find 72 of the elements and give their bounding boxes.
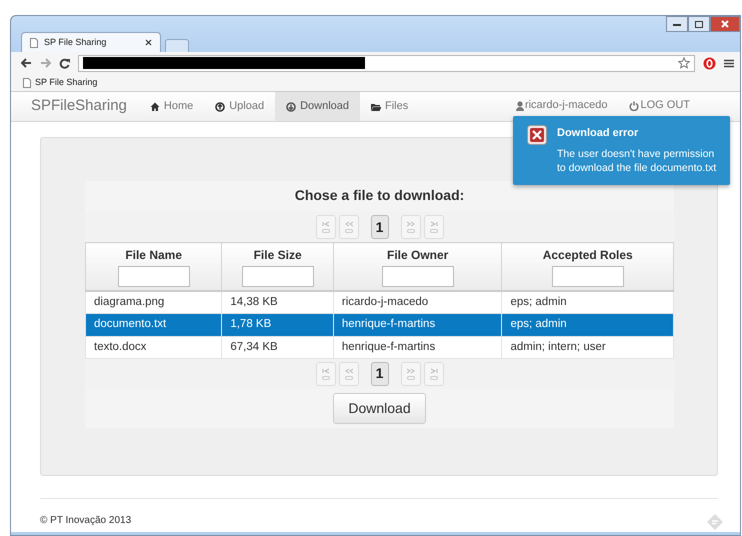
toast-message: The user doesn't have permission to download the file documento.txt: [557, 146, 718, 175]
home-icon: [150, 102, 160, 112]
power-icon: [629, 100, 640, 110]
page-icon: [30, 38, 38, 48]
next-page-icon: [406, 220, 416, 234]
user-icon: [516, 100, 524, 110]
previous-page-icon: [344, 366, 354, 381]
previous-page-button[interactable]: [338, 215, 358, 239]
panel-title: Chose a file to download:: [294, 186, 466, 205]
last-page-button[interactable]: [424, 362, 444, 386]
first-page-button[interactable]: [316, 215, 336, 239]
new-tab-button[interactable]: [165, 39, 189, 52]
maximize-button[interactable]: [688, 16, 710, 32]
browser-tab[interactable]: SP File Sharing: [21, 32, 161, 52]
table-cell[interactable]: 1,78 KB: [222, 314, 334, 336]
last-page-icon: [428, 366, 438, 381]
table-cell[interactable]: eps; admin: [502, 314, 674, 336]
nav-tab[interactable]: Download: [275, 92, 360, 121]
table-cell[interactable]: 67,34 KB: [222, 336, 334, 358]
last-page-button[interactable]: [424, 215, 444, 239]
menu-icon[interactable]: [724, 58, 734, 68]
address-field[interactable]: [78, 54, 695, 72]
nav-tab[interactable]: Home: [138, 92, 204, 121]
nav-tab[interactable]: Files: [360, 92, 420, 121]
column-header[interactable]: File Size: [254, 248, 302, 262]
filter-field[interactable]: [242, 266, 314, 287]
column-header[interactable]: Accepted Roles: [542, 248, 633, 262]
page-button[interactable]: 1: [370, 362, 388, 386]
reload-icon[interactable]: [59, 58, 70, 68]
table-cell[interactable]: henrique-f-martins: [333, 314, 502, 336]
table-cell[interactable]: admin; intern; user: [502, 336, 674, 358]
extension-icon[interactable]: [703, 56, 716, 70]
first-page-button[interactable]: [316, 362, 336, 386]
close-icon: [721, 20, 729, 28]
last-page-icon: [428, 220, 438, 234]
download-button[interactable]: Download: [333, 392, 426, 424]
logout-link[interactable]: LOG OUT: [629, 100, 690, 111]
page-icon: [23, 78, 31, 88]
toast-title: Download error: [557, 126, 640, 141]
bookmark-link[interactable]: SP File Sharing: [35, 76, 98, 90]
user-link[interactable]: ricardo-j-macedo: [516, 100, 608, 111]
folder-icon: [371, 102, 382, 112]
table-cell[interactable]: texto.docx: [86, 336, 222, 358]
page-button[interactable]: 1: [370, 215, 388, 239]
previous-page-icon: [344, 220, 354, 234]
next-page-button[interactable]: [400, 362, 420, 386]
back-icon[interactable]: [21, 58, 32, 68]
minimize-icon: [673, 22, 681, 26]
previous-page-button[interactable]: [338, 362, 358, 386]
table-cell[interactable]: henrique-f-martins: [333, 336, 502, 358]
forward-icon[interactable]: [40, 58, 51, 68]
filter-field[interactable]: [552, 266, 624, 287]
close-button[interactable]: [710, 16, 740, 32]
first-page-icon: [320, 366, 330, 381]
upload-icon: [215, 102, 226, 112]
filter-field[interactable]: [118, 266, 190, 287]
column-header[interactable]: File Name: [125, 248, 182, 262]
filter-field[interactable]: [382, 266, 454, 287]
brand-link[interactable]: SPFileSharing: [31, 95, 127, 118]
table-cell[interactable]: documento.txt: [86, 314, 222, 336]
star-icon[interactable]: [678, 57, 690, 69]
download-icon: [286, 102, 296, 112]
minimize-button[interactable]: [666, 16, 688, 32]
first-page-icon: [320, 220, 330, 234]
error-icon: [527, 125, 547, 145]
next-page-icon: [406, 366, 416, 381]
copyright-text: © PT Inovação 2013: [40, 514, 132, 528]
close-icon[interactable]: [145, 39, 152, 46]
nav-tab[interactable]: Upload: [204, 92, 276, 121]
column-header[interactable]: File Owner: [386, 248, 448, 262]
next-page-button[interactable]: [400, 215, 420, 239]
maximize-icon: [695, 20, 703, 28]
